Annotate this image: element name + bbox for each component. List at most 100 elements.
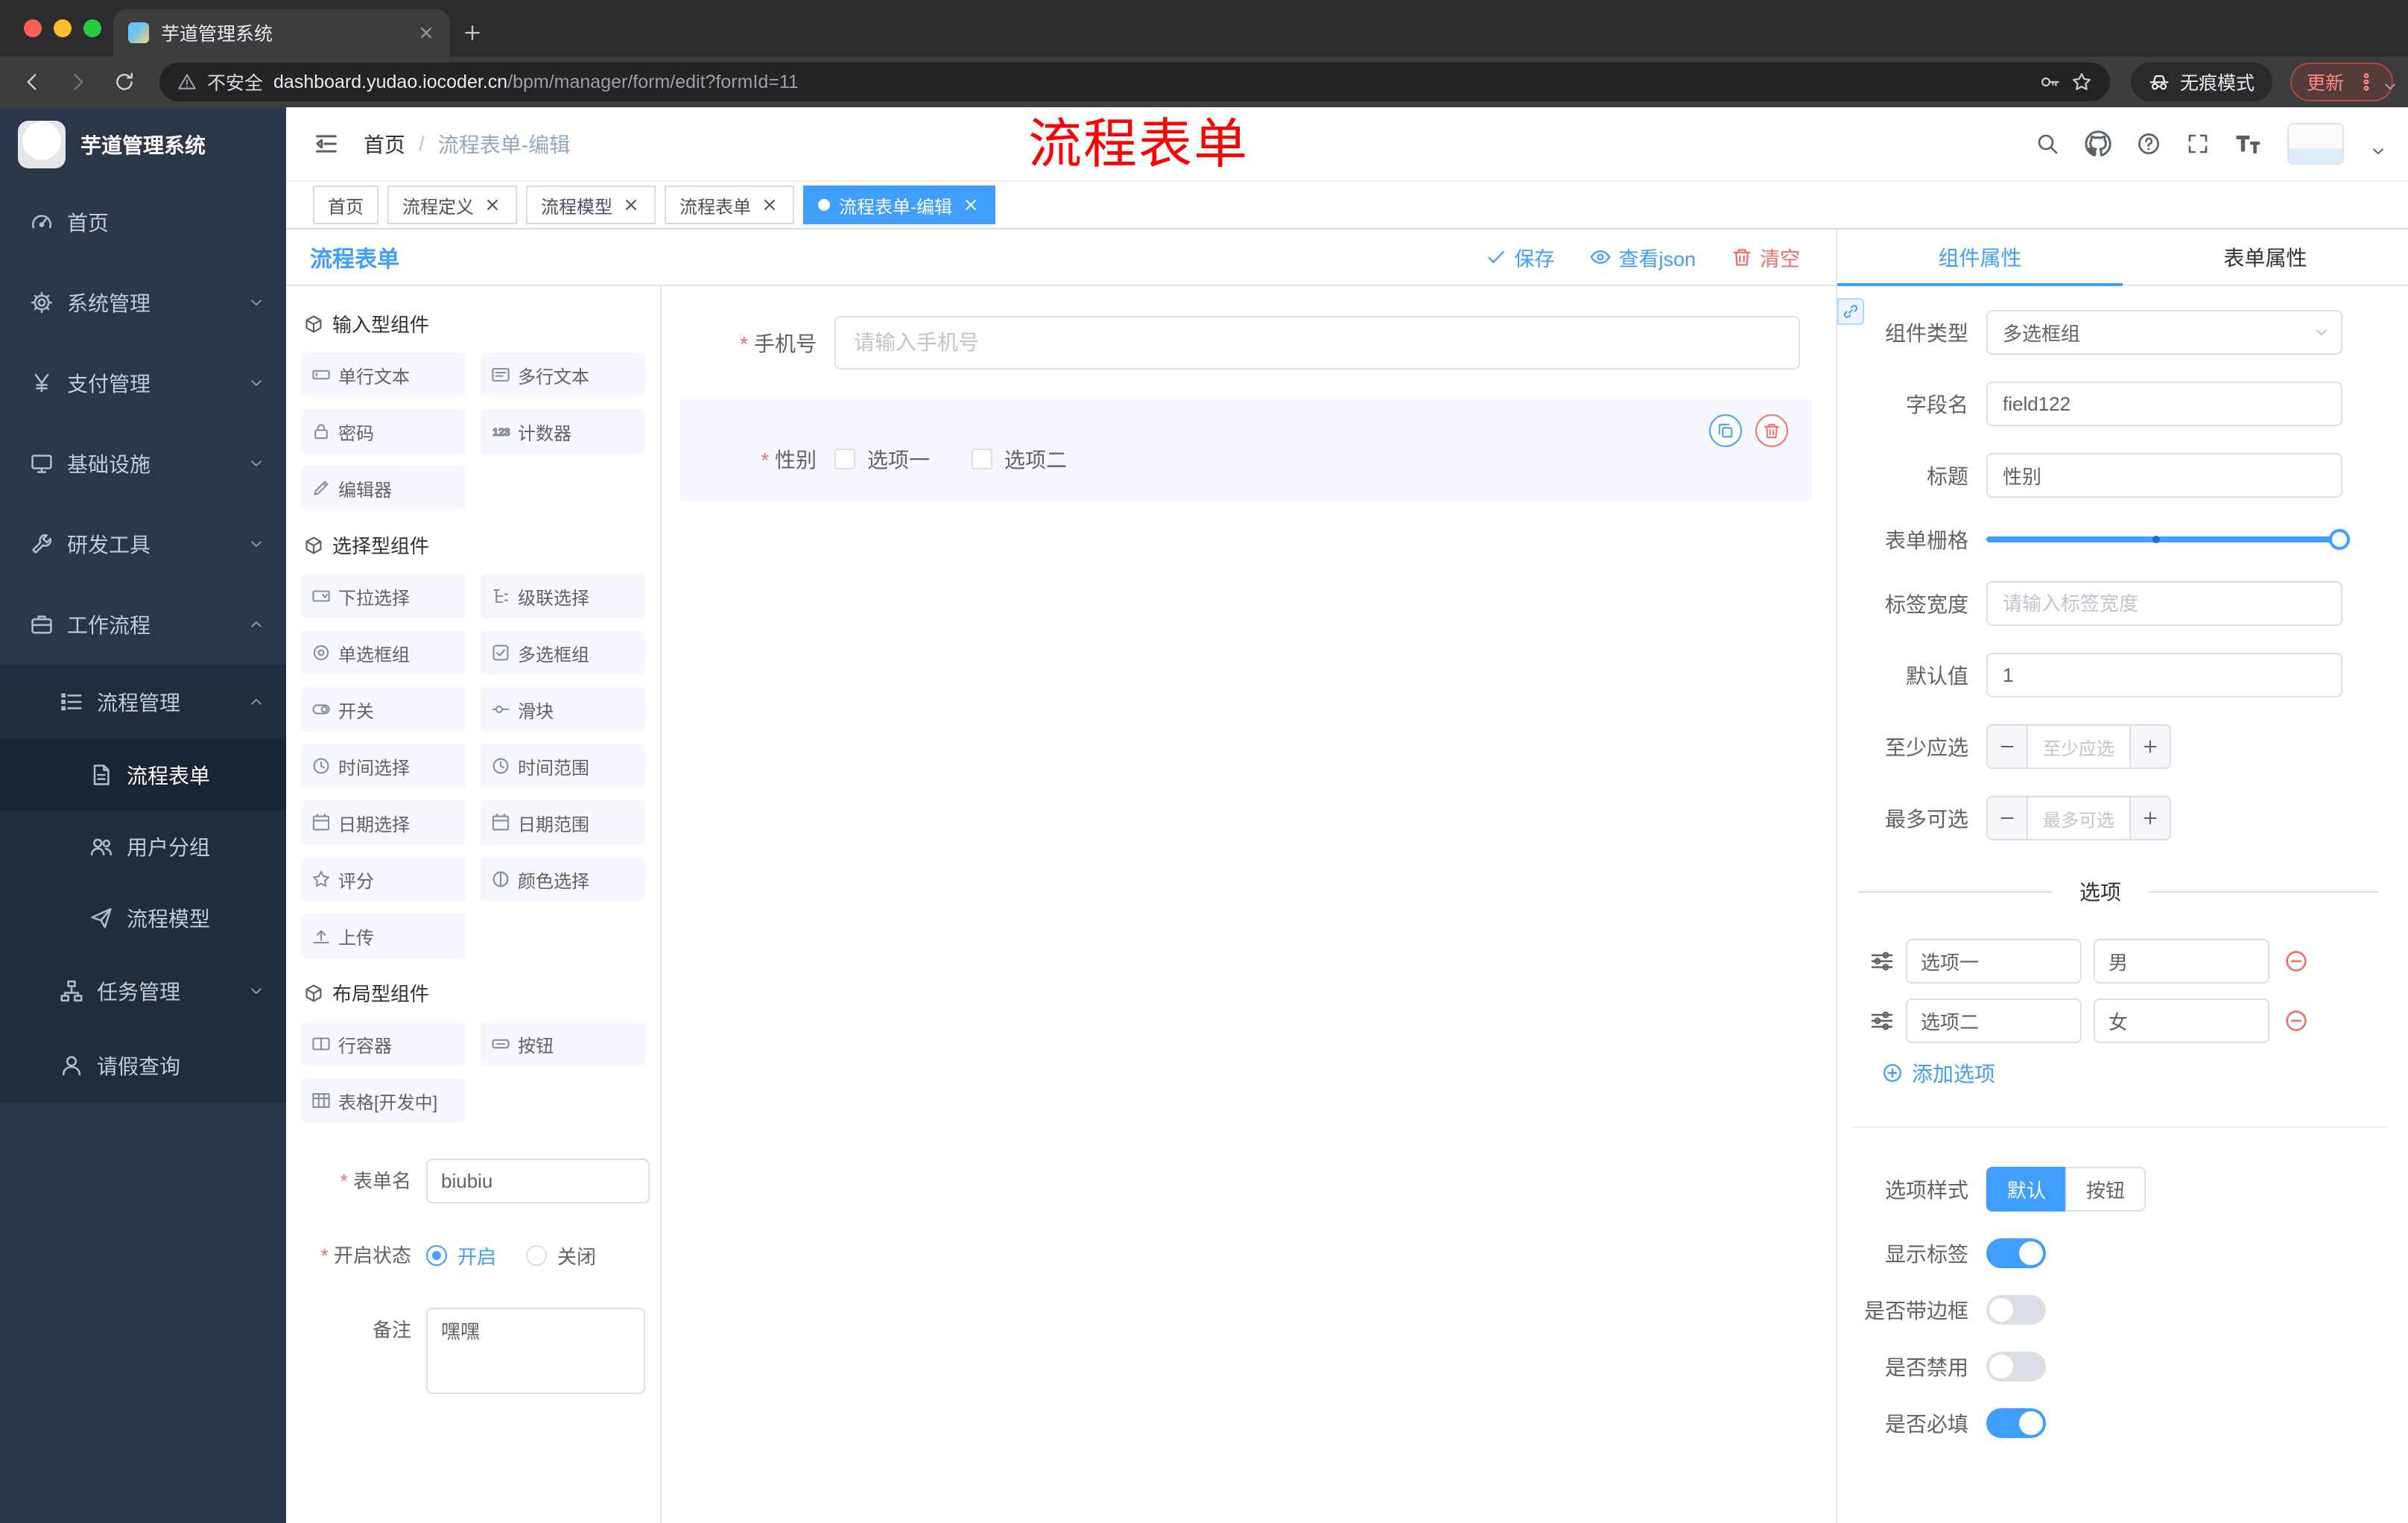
palette-item-row-container[interactable]: 行容器 [301, 1022, 466, 1066]
style-default-button[interactable]: 默认 [1986, 1167, 2066, 1212]
palette-item-checkbox-group[interactable]: 多选框组 [481, 630, 645, 675]
slider-handle[interactable] [2329, 529, 2350, 550]
minus-icon[interactable] [1988, 726, 2028, 767]
save-button[interactable]: 保存 [1486, 243, 1554, 272]
sidebar-logo[interactable]: 芋道管理系统 [0, 107, 286, 182]
password-key-icon[interactable] [2040, 72, 2061, 92]
window-controls[interactable] [24, 19, 101, 37]
close-icon[interactable] [760, 195, 779, 215]
sidebar-item-devtools[interactable]: 研发工具 [0, 504, 286, 584]
drag-handle-icon[interactable] [1870, 1009, 1894, 1033]
page-tab-process-form-edit[interactable]: 流程表单-编辑 [803, 186, 995, 224]
form-name-input[interactable] [426, 1159, 650, 1203]
palette-item-date-range[interactable]: 日期范围 [481, 800, 645, 845]
option-label-input[interactable] [1906, 939, 2082, 984]
fullscreen-icon[interactable] [2186, 132, 2210, 156]
plus-icon[interactable] [2129, 726, 2170, 767]
sidebar-item-process-model[interactable]: 流程模型 [0, 882, 286, 954]
font-size-icon[interactable] [2235, 130, 2262, 157]
palette-item-date[interactable]: 日期选择 [301, 800, 466, 845]
new-tab-button[interactable] [450, 10, 495, 55]
palette-item-color[interactable]: 颜色选择 [481, 857, 645, 902]
minus-icon[interactable] [1988, 797, 2028, 839]
palette-item-rate[interactable]: 评分 [301, 857, 466, 902]
github-icon[interactable] [2085, 130, 2111, 157]
field-name-input[interactable] [1986, 381, 2342, 426]
page-tab-process-model[interactable]: 流程模型 [526, 186, 656, 224]
back-icon[interactable] [12, 62, 52, 102]
close-icon[interactable] [961, 195, 980, 215]
delete-component-button[interactable] [1755, 414, 1788, 447]
palette-item-single-text[interactable]: 单行文本 [301, 352, 466, 397]
zoom-window-button[interactable] [83, 19, 101, 37]
palette-item-time[interactable]: 时间选择 [301, 744, 466, 788]
palette-item-multi-text[interactable]: 多行文本 [481, 352, 645, 397]
component-type-select[interactable]: 多选框组 [1986, 310, 2342, 355]
plus-icon[interactable] [2129, 797, 2170, 839]
browser-tab[interactable]: 芋道管理系统 [113, 9, 450, 57]
reload-icon[interactable] [104, 62, 145, 102]
bookmark-star-icon[interactable] [2071, 72, 2092, 92]
style-button-button[interactable]: 按钮 [2065, 1167, 2146, 1212]
palette-item-counter[interactable]: 计数器 [481, 409, 645, 454]
forward-icon[interactable] [58, 62, 98, 102]
min-select-value[interactable]: 至少应选 [2028, 726, 2129, 767]
toolbar-caret-icon[interactable] [2381, 77, 2399, 95]
palette-item-slider[interactable]: 滑块 [481, 687, 645, 732]
tab-close-icon[interactable] [417, 24, 435, 42]
palette-item-time-range[interactable]: 时间范围 [481, 744, 645, 788]
palette-item-radio-group[interactable]: 单选框组 [301, 630, 466, 675]
status-radio-off[interactable]: 关闭 [526, 1242, 596, 1270]
palette-item-switch[interactable]: 开关 [301, 687, 466, 732]
palette-item-select[interactable]: 下拉选择 [301, 574, 466, 618]
sidebar-item-payment[interactable]: 支付管理 [0, 343, 286, 423]
canvas-field-phone[interactable]: 手机号 [679, 316, 1812, 370]
page-tab-process-form[interactable]: 流程表单 [665, 186, 794, 224]
sidebar-item-infra[interactable]: 基础设施 [0, 423, 286, 504]
canvas-field-gender-selected[interactable]: 性别 选项一 选项二 [679, 399, 1812, 501]
page-tab-process-definition[interactable]: 流程定义 [387, 186, 517, 224]
user-avatar[interactable] [2287, 123, 2344, 165]
remove-option-icon[interactable] [2284, 1009, 2308, 1033]
palette-item-editor[interactable]: 编辑器 [301, 466, 466, 510]
update-button[interactable]: 更新 [2290, 63, 2393, 101]
clear-button[interactable]: 清空 [1731, 243, 1800, 272]
label-width-input[interactable] [1986, 581, 2342, 626]
option-label-input[interactable] [1906, 998, 2082, 1043]
sidebar-item-process-mgmt[interactable]: 流程管理 [0, 665, 286, 739]
address-bar[interactable]: 不安全 dashboard.yudao.iocoder.cn/bpm/manag… [159, 63, 2110, 101]
sidebar-item-user-group[interactable]: 用户分组 [0, 811, 286, 882]
sidebar-item-leave-query[interactable]: 请假查询 [0, 1028, 286, 1103]
tab-component-props[interactable]: 组件属性 [1837, 229, 2123, 286]
sidebar-item-home[interactable]: 首页 [0, 182, 286, 262]
remove-option-icon[interactable] [2284, 949, 2308, 973]
avatar-caret-icon[interactable] [2369, 142, 2387, 160]
form-remark-textarea[interactable]: 嘿嘿 [426, 1308, 645, 1394]
palette-item-button[interactable]: 按钮 [481, 1022, 645, 1066]
option-value-input[interactable] [2094, 939, 2269, 984]
border-toggle[interactable] [1986, 1295, 2046, 1325]
title-input[interactable] [1986, 453, 2342, 498]
sidebar-item-process-form[interactable]: 流程表单 [0, 739, 286, 811]
breadcrumb-home[interactable]: 首页 [364, 129, 405, 159]
gender-checkbox-option1[interactable]: 选项一 [834, 444, 930, 474]
view-json-button[interactable]: 查看json [1590, 243, 1696, 272]
page-tab-home[interactable]: 首页 [313, 186, 378, 224]
sidebar-toggle-icon[interactable] [286, 130, 364, 157]
gender-checkbox-option2[interactable]: 选项二 [972, 444, 1067, 474]
copy-component-button[interactable] [1709, 414, 1742, 447]
drag-handle-icon[interactable] [1870, 949, 1894, 973]
palette-item-upload[interactable]: 上传 [301, 914, 466, 958]
status-radio-on[interactable]: 开启 [426, 1242, 496, 1270]
grid-slider[interactable] [1986, 529, 2350, 550]
sidebar-item-task-mgmt[interactable]: 任务管理 [0, 954, 286, 1028]
add-option-button[interactable]: 添加选项 [1882, 1058, 2342, 1088]
sidebar-item-system[interactable]: 系统管理 [0, 262, 286, 343]
tab-form-props[interactable]: 表单属性 [2123, 229, 2408, 285]
disabled-toggle[interactable] [1986, 1352, 2046, 1381]
show-label-toggle[interactable] [1986, 1238, 2046, 1268]
link-icon[interactable] [1837, 298, 1864, 325]
close-icon[interactable] [483, 195, 502, 215]
required-toggle[interactable] [1986, 1408, 2046, 1438]
minimize-window-button[interactable] [54, 19, 72, 37]
